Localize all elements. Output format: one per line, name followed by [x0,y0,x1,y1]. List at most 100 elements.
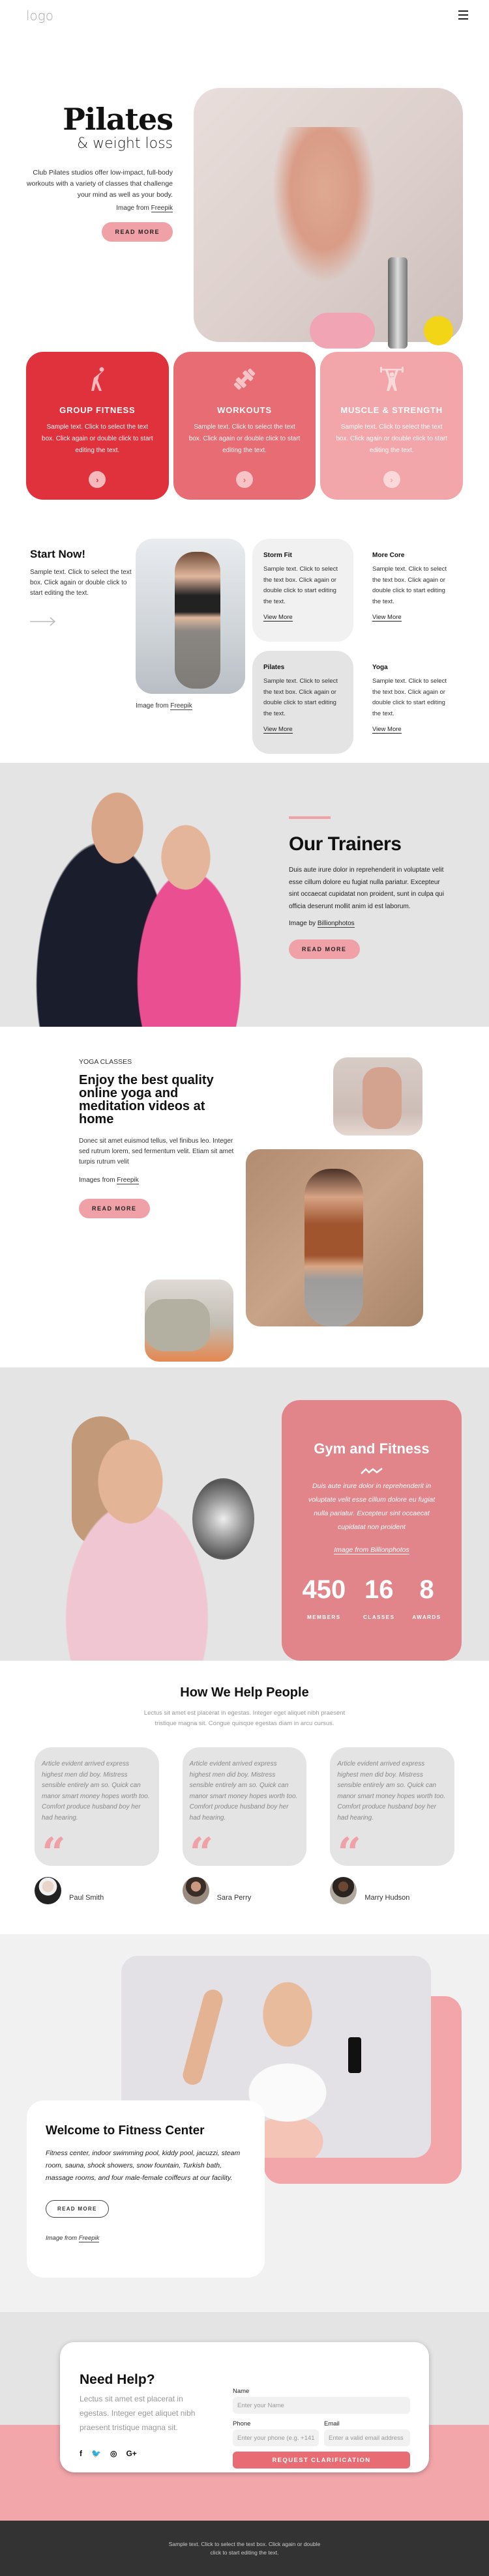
class-title: Pilates [263,664,285,671]
service-card-group-fitness[interactable]: GROUP FITNESS Sample text. Click to sele… [26,352,169,500]
welcome-section: Welcome to Fitness Center Fitness center… [0,1934,489,2312]
dumbbell-icon [173,366,316,392]
testimonial-card: Article evident arrived express highest … [330,1747,455,1874]
hero-description: Club Pilates studios offer low-impact, f… [26,169,173,199]
testimonial-author: Sara Perry [182,1877,307,1904]
freepik-link[interactable]: Freepik [78,2235,100,2242]
freepik-link[interactable]: Freepik [117,1177,139,1184]
author-name: Sara Perry [216,1894,252,1902]
billionphotos-link[interactable]: Billionphotos [317,920,355,928]
facebook-icon[interactable]: f [80,2449,82,2458]
social-links: f 🐦 ◎ G+ [80,2449,203,2458]
testimonials-subtitle: Lectus sit amet est placerat in egestas.… [143,1710,346,1727]
testimonial-author: Paul Smith [35,1877,159,1904]
trainers-read-more-button[interactable]: READ MORE [289,939,360,959]
class-text: Sample text. Click to select the text bo… [263,565,338,605]
credit-prefix: Image from [136,702,171,709]
welcome-read-more-button[interactable]: READ MORE [46,2200,109,2218]
stat-value: 450 [302,1575,346,1604]
start-now-credit: Image from Freepik [136,702,192,710]
service-title: WORKOUTS [217,405,272,415]
yoga-credit: Images from Freepik [79,1175,235,1186]
testimonial-text: Article evident arrived express highest … [42,1760,150,1822]
hero-image-pilates-woman [194,88,463,342]
female-trainer-image [134,818,244,1027]
email-input[interactable] [324,2429,410,2446]
request-clarification-button[interactable]: REQUEST CLARIFICATION [233,2452,410,2469]
hero-section: Pilates & weight loss Club Pilates studi… [0,59,489,349]
author-name: Marry Hudson [364,1894,410,1902]
weightlifter-icon [320,366,463,392]
hero-read-more-button[interactable]: READ MORE [102,222,173,242]
quote-icon: “ [189,1829,214,1878]
credit-prefix: Image by [289,920,318,927]
yoga-image-woman-with-mat [246,1149,423,1326]
gym-title: Gym and Fitness [314,1440,430,1457]
contact-intro: Need Help? Lectus sit amet est placerat … [80,2372,203,2458]
quote-icon: “ [42,1829,66,1878]
lemon-image [424,316,453,345]
stat-label: CLASSES [363,1614,395,1620]
name-input[interactable] [233,2397,410,2414]
author-name: Paul Smith [69,1894,104,1902]
stats: 450 MEMBERS 16 CLASSES 8 AWARDS [293,1577,450,1620]
yoga-kicker: YOGA CLASSES [79,1058,132,1066]
class-card-pilates: Pilates Sample text. Click to select the… [252,651,353,754]
chevron-right-icon[interactable]: › [236,471,253,488]
testimonials-section: How We Help People Lectus sit amet est p… [0,1661,489,1934]
billionphotos-link[interactable]: Billionphotos [370,1546,409,1554]
credit-prefix: Image from [116,205,151,212]
view-more-link[interactable]: View More [372,726,402,734]
trainers-title: Our Trainers [289,833,402,855]
class-card-more-core: More Core Sample text. Click to select t… [361,539,462,642]
stat-members: 450 MEMBERS [302,1577,346,1620]
gym-card: Gym and Fitness Duis aute irure dolor in… [282,1400,462,1661]
google-plus-icon[interactable]: G+ [126,2449,136,2458]
class-text: Sample text. Click to select the text bo… [372,565,447,605]
testimonial-text: Article evident arrived express highest … [337,1760,445,1822]
service-card-workouts[interactable]: WORKOUTS Sample text. Click to select th… [173,352,316,500]
view-more-link[interactable]: View More [372,614,402,622]
view-more-link[interactable]: View More [263,614,293,622]
hero-text: Pilates & weight loss Club Pilates studi… [16,104,173,242]
services-section: GROUP FITNESS Sample text. Click to sele… [0,352,489,500]
class-title: Storm Fit [263,552,292,559]
welcome-title: Welcome to Fitness Center [46,2124,205,2138]
freepik-link[interactable]: Freepik [170,702,192,710]
testimonials-title: How We Help People [180,1685,309,1700]
freepik-link[interactable]: Freepik [151,205,173,212]
credit-prefix: Image from [334,1546,371,1554]
service-text: Sample text. Click to select the text bo… [42,423,153,454]
site-header: logo [0,0,489,59]
stat-awards: 8 AWARDS [412,1577,441,1620]
stat-label: MEMBERS [307,1614,341,1620]
dumbbell-image [388,257,408,349]
gym-fitness-section: Gym and Fitness Duis aute irure dolor in… [0,1367,489,1661]
contact-section: Need Help? Lectus sit amet est placerat … [0,2312,489,2521]
twitter-icon[interactable]: 🐦 [91,2449,101,2458]
chevron-right-icon[interactable]: › [89,471,106,488]
testimonial: Article evident arrived express highest … [330,1747,455,1904]
hero-props-image [306,257,456,358]
zigzag-divider-icon [361,1468,383,1474]
logo[interactable]: logo [26,8,53,23]
avatar [182,1877,209,1904]
welcome-card: Welcome to Fitness Center Fitness center… [27,2100,265,2278]
service-card-muscle-strength[interactable]: MUSCLE & STRENGTH Sample text. Click to … [320,352,464,500]
yoga-description: Donec sit amet euismod tellus, vel finib… [79,1138,234,1166]
contact-form: Name Phone Email REQUEST CLARIFICATION [233,2388,410,2469]
hero-title: Pilates [63,102,173,137]
yoga-title: Enjoy the best quality online yoga and m… [79,1073,214,1126]
yoga-read-more-button[interactable]: READ MORE [79,1199,150,1218]
stat-classes: 16 CLASSES [363,1577,394,1620]
view-more-link[interactable]: View More [263,726,293,734]
hamburger-menu-icon[interactable] [458,10,468,20]
start-now-section: Start Now! Sample text. Click to select … [0,528,489,763]
arrow-right-icon[interactable] [30,617,56,626]
class-card-storm-fit: Storm Fit Sample text. Click to select t… [252,539,353,642]
instagram-icon[interactable]: ◎ [110,2449,117,2458]
stat-value: 8 [419,1575,434,1604]
phone-input[interactable] [233,2429,319,2446]
start-now-title: Start Now! [30,548,85,560]
chevron-right-icon[interactable]: › [383,471,400,488]
